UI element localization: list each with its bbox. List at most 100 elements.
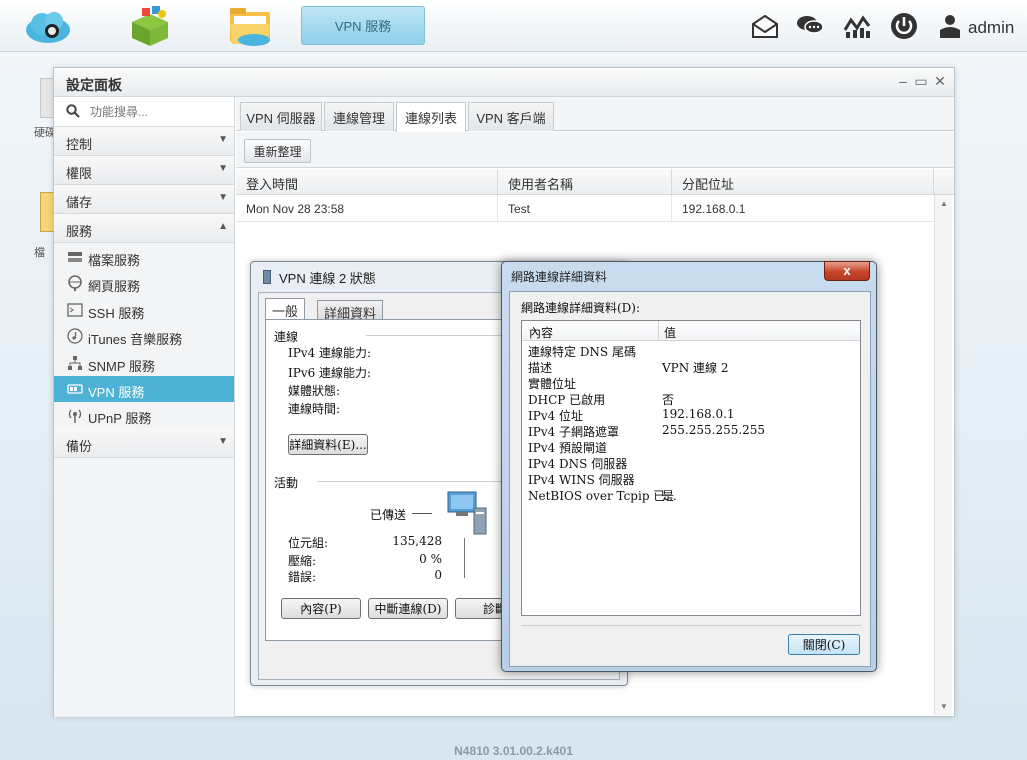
username-label[interactable]: admin — [968, 18, 1014, 38]
list-item[interactable]: IPv4 位址 192.168.0.1 — [522, 406, 860, 423]
list-item[interactable]: NetBIOS over Tcpip 已... 是 — [522, 486, 860, 503]
list-item[interactable]: IPv4 預設閘道 — [522, 438, 860, 455]
close-icon[interactable]: ✕ — [933, 73, 947, 89]
monitor-chart-icon[interactable] — [843, 12, 871, 40]
cell-login-time: Mon Nov 28 23:58 — [236, 195, 498, 222]
disconnect-button[interactable]: 中斷連線(D) — [368, 598, 448, 619]
search-icon — [66, 104, 80, 118]
property-value: 192.168.0.1 — [662, 407, 735, 421]
category-label: 備份 — [66, 439, 93, 454]
user-icon[interactable] — [936, 12, 964, 40]
sidebar-item-label: VPN 服務 — [88, 385, 145, 400]
chevron-down-icon: ▼ — [218, 134, 228, 145]
sidebar-category-backup[interactable]: 備份 ▼ — [54, 429, 234, 458]
sent-label: 已傳送 — [370, 508, 407, 522]
sidebar-item-file-service[interactable]: 檔案服務 — [54, 244, 234, 270]
divider — [521, 625, 861, 626]
divider — [464, 538, 465, 578]
sidebar-item-ssh-service[interactable]: SSH 服務 — [54, 297, 234, 323]
dialog-body: 網路連線詳細資料(D): 內容 值 連線特定 DNS 尾碼 描述 VPN 連線 2… — [509, 291, 871, 667]
sidebar-item-web-service[interactable]: 網頁服務 — [54, 270, 234, 296]
sidebar-item-label: 檔案服務 — [88, 253, 141, 268]
sidebar-category-control[interactable]: 控制 ▼ — [54, 127, 234, 156]
chevron-down-icon: ▼ — [218, 192, 228, 203]
file-browser-icon[interactable] — [224, 4, 276, 48]
scroll-down-icon[interactable]: ▼ — [940, 702, 948, 711]
category-label: 服務 — [66, 224, 93, 239]
sidebar-item-snmp-service[interactable]: SNMP 服務 — [54, 350, 234, 376]
properties-button[interactable]: 內容(P) — [281, 598, 361, 619]
connection-time-label: 連線時間: — [288, 402, 341, 416]
close-dialog-button[interactable]: 關閉(C) — [788, 634, 860, 655]
terminal-icon — [67, 303, 83, 317]
search-input[interactable] — [90, 103, 224, 121]
network-details-dialog: 網路連線詳細資料 x 網路連線詳細資料(D): 內容 值 連線特定 DNS 尾碼… — [501, 261, 877, 672]
list-item[interactable]: 描述 VPN 連線 2 — [522, 358, 860, 375]
sidebar-search — [54, 97, 234, 127]
chevron-up-icon: ▲ — [218, 221, 228, 232]
minimize-icon[interactable]: – — [896, 73, 910, 89]
top-bar: VPN 服務 admin — [0, 0, 1027, 52]
ipv4-label: IPv4 連線能力: — [288, 346, 372, 360]
desktop-folder-label: 檔 — [34, 247, 45, 259]
sidebar-item-vpn-service[interactable]: VPN 服務 — [54, 376, 234, 402]
cloud-app-icon[interactable] — [22, 4, 74, 48]
list-item[interactable]: DHCP 已啟用否 — [522, 390, 860, 407]
maximize-icon[interactable]: ▭ — [914, 73, 928, 89]
firmware-version: N4810 3.01.00.2.k401 — [454, 744, 573, 758]
vpn-service-tab[interactable]: VPN 服務 — [301, 6, 425, 45]
close-button[interactable]: x — [824, 261, 870, 281]
sidebar-category-storage[interactable]: 儲存 ▼ — [54, 185, 234, 214]
details-button[interactable]: 詳細資料(E)... — [288, 434, 368, 455]
power-icon[interactable] — [890, 12, 918, 40]
sidebar-item-label: iTunes 音樂服務 — [88, 332, 183, 347]
column-property[interactable]: 內容 — [529, 324, 553, 341]
table-row[interactable]: Mon Nov 28 23:58 Test 192.168.0.1 — [236, 195, 934, 222]
scroll-up-icon[interactable]: ▲ — [940, 199, 948, 208]
list-item[interactable]: IPv4 WINS 伺服器 — [522, 470, 860, 487]
column-value[interactable]: 值 — [664, 324, 676, 341]
media-status-label: 媒體狀態: — [288, 384, 341, 398]
chat-icon[interactable] — [796, 12, 824, 40]
network-adapter-icon — [263, 270, 271, 284]
globe-icon — [68, 275, 82, 291]
details-list[interactable]: 內容 值 連線特定 DNS 尾碼 描述 VPN 連線 2 實體位址 DHCP 已啟… — [521, 320, 861, 616]
desktop-disk-icon[interactable] — [40, 78, 54, 118]
table-scrollbar[interactable]: ▲ ▼ — [934, 195, 952, 715]
tab-bar: VPN 伺服器 連線管理 連線列表 VPN 客戶端 — [236, 97, 954, 132]
music-icon — [67, 328, 83, 344]
desktop-folder-icon[interactable] — [40, 192, 54, 232]
column-assigned-address[interactable]: 分配位址 — [672, 169, 934, 195]
network-tree-icon — [68, 356, 82, 370]
sidebar-item-label: UPnP 服務 — [88, 411, 152, 426]
refresh-button[interactable]: 重新整理 — [244, 139, 311, 163]
sidebar-item-itunes-service[interactable]: iTunes 音樂服務 — [54, 323, 234, 349]
list-item[interactable]: IPv4 子網路遮罩 255.255.255.255 — [522, 422, 860, 439]
list-item[interactable]: 實體位址 — [522, 374, 860, 391]
mail-icon[interactable] — [751, 12, 779, 40]
list-item[interactable]: IPv4 DNS 伺服器 — [522, 454, 860, 471]
sidebar-category-service[interactable]: 服務 ▲ — [54, 214, 234, 243]
app-center-icon[interactable] — [124, 4, 176, 48]
tab-general[interactable]: 一般 — [265, 298, 306, 319]
tab-connection-management[interactable]: 連線管理 — [324, 102, 394, 131]
table-header: 登入時間 使用者名稱 分配位址 — [236, 169, 954, 195]
dialog-title: VPN 連線 2 狀態 — [279, 271, 376, 286]
list-item[interactable]: 連線特定 DNS 尾碼 — [522, 342, 860, 359]
property-value: 是 — [662, 489, 675, 503]
sidebar-item-label: 網頁服務 — [88, 279, 141, 294]
vpn-icon — [67, 384, 83, 394]
sidebar: 控制 ▼ 權限 ▼ 儲存 ▼ 服務 ▲ 檔案服務 網頁服務 SSH 服務 — [54, 97, 235, 717]
bytes-label: 位元組: — [288, 536, 329, 550]
tab-vpn-client[interactable]: VPN 客戶端 — [468, 102, 554, 131]
column-username[interactable]: 使用者名稱 — [498, 169, 672, 195]
cell-address: 192.168.0.1 — [682, 202, 746, 216]
network-computers-icon — [447, 491, 487, 535]
tab-details[interactable]: 詳細資料 — [317, 300, 384, 321]
dialog-title: 網路連線詳細資料 — [511, 270, 608, 284]
sidebar-category-permission[interactable]: 權限 ▼ — [54, 156, 234, 185]
sidebar-item-upnp-service[interactable]: UPnP 服務 — [54, 402, 234, 428]
tab-vpn-server[interactable]: VPN 伺服器 — [240, 102, 322, 131]
tab-connection-list[interactable]: 連線列表 — [396, 102, 466, 132]
column-login-time[interactable]: 登入時間 — [236, 169, 498, 195]
